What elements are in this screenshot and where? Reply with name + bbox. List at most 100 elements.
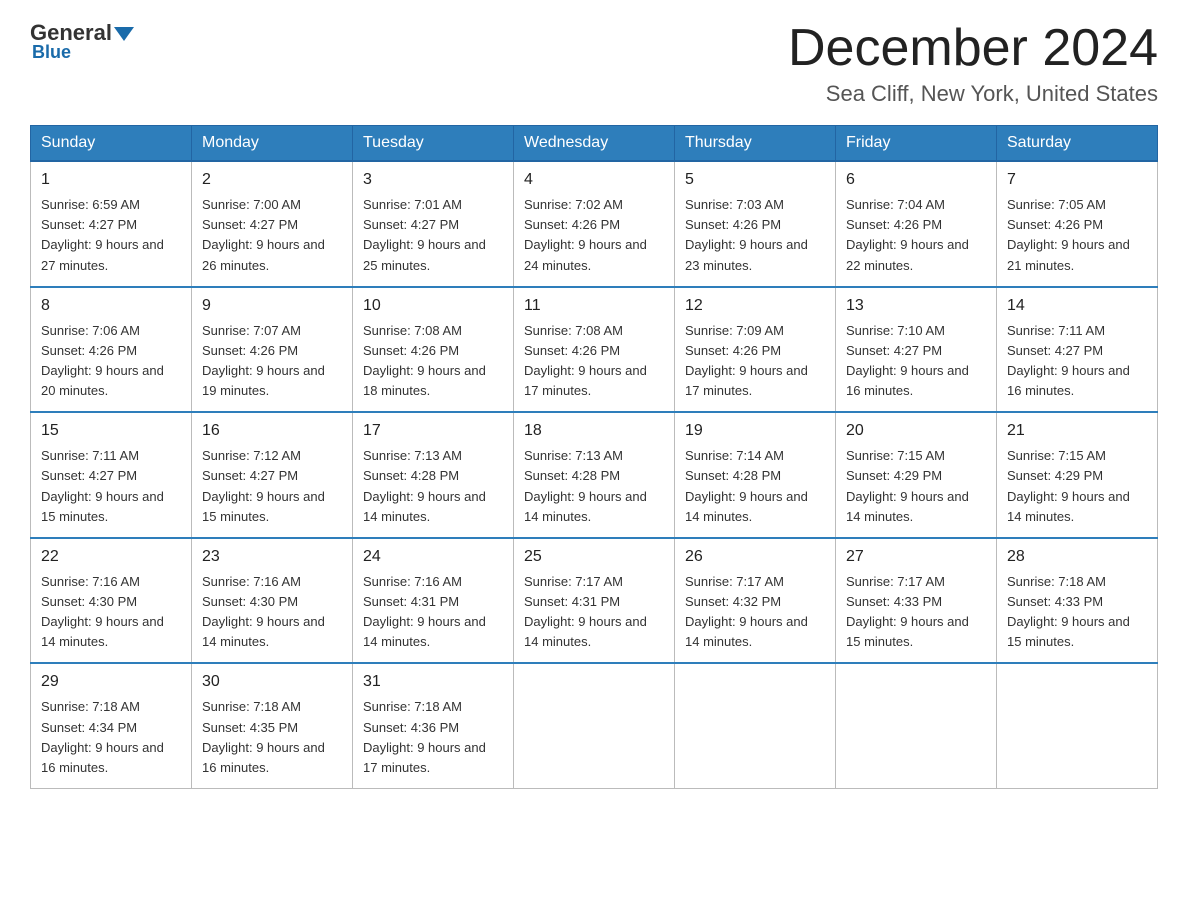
day-info: Sunrise: 7:08 AMSunset: 4:26 PMDaylight:… [524, 321, 664, 402]
calendar-cell: 28 Sunrise: 7:18 AMSunset: 4:33 PMDaylig… [997, 538, 1158, 664]
header: General Blue December 2024 Sea Cliff, Ne… [30, 20, 1158, 107]
calendar-cell: 17 Sunrise: 7:13 AMSunset: 4:28 PMDaylig… [353, 412, 514, 538]
calendar-header-row: SundayMondayTuesdayWednesdayThursdayFrid… [31, 126, 1158, 162]
calendar-cell [836, 663, 997, 788]
day-info: Sunrise: 7:14 AMSunset: 4:28 PMDaylight:… [685, 446, 825, 527]
calendar-cell: 10 Sunrise: 7:08 AMSunset: 4:26 PMDaylig… [353, 287, 514, 413]
day-number: 31 [363, 670, 503, 694]
column-header-wednesday: Wednesday [514, 126, 675, 162]
calendar-week-row: 29 Sunrise: 7:18 AMSunset: 4:34 PMDaylig… [31, 663, 1158, 788]
calendar-cell: 22 Sunrise: 7:16 AMSunset: 4:30 PMDaylig… [31, 538, 192, 664]
calendar-week-row: 22 Sunrise: 7:16 AMSunset: 4:30 PMDaylig… [31, 538, 1158, 664]
calendar-cell: 20 Sunrise: 7:15 AMSunset: 4:29 PMDaylig… [836, 412, 997, 538]
logo-blue-text: Blue [32, 42, 71, 63]
column-header-saturday: Saturday [997, 126, 1158, 162]
day-info: Sunrise: 7:11 AMSunset: 4:27 PMDaylight:… [41, 446, 181, 527]
calendar-cell: 11 Sunrise: 7:08 AMSunset: 4:26 PMDaylig… [514, 287, 675, 413]
day-number: 29 [41, 670, 181, 694]
day-number: 1 [41, 168, 181, 192]
calendar-cell: 7 Sunrise: 7:05 AMSunset: 4:26 PMDayligh… [997, 161, 1158, 287]
day-info: Sunrise: 7:08 AMSunset: 4:26 PMDaylight:… [363, 321, 503, 402]
calendar-table: SundayMondayTuesdayWednesdayThursdayFrid… [30, 125, 1158, 789]
calendar-week-row: 8 Sunrise: 7:06 AMSunset: 4:26 PMDayligh… [31, 287, 1158, 413]
day-info: Sunrise: 7:02 AMSunset: 4:26 PMDaylight:… [524, 195, 664, 276]
column-header-monday: Monday [192, 126, 353, 162]
day-number: 12 [685, 294, 825, 318]
month-title: December 2024 [788, 20, 1158, 77]
calendar-cell: 8 Sunrise: 7:06 AMSunset: 4:26 PMDayligh… [31, 287, 192, 413]
calendar-cell [514, 663, 675, 788]
day-info: Sunrise: 7:10 AMSunset: 4:27 PMDaylight:… [846, 321, 986, 402]
day-number: 11 [524, 294, 664, 318]
calendar-cell: 31 Sunrise: 7:18 AMSunset: 4:36 PMDaylig… [353, 663, 514, 788]
day-number: 5 [685, 168, 825, 192]
day-info: Sunrise: 7:04 AMSunset: 4:26 PMDaylight:… [846, 195, 986, 276]
calendar-cell: 13 Sunrise: 7:10 AMSunset: 4:27 PMDaylig… [836, 287, 997, 413]
day-info: Sunrise: 7:17 AMSunset: 4:33 PMDaylight:… [846, 572, 986, 653]
day-number: 23 [202, 545, 342, 569]
day-info: Sunrise: 7:18 AMSunset: 4:36 PMDaylight:… [363, 697, 503, 778]
day-number: 28 [1007, 545, 1147, 569]
day-info: Sunrise: 7:16 AMSunset: 4:30 PMDaylight:… [41, 572, 181, 653]
calendar-cell: 24 Sunrise: 7:16 AMSunset: 4:31 PMDaylig… [353, 538, 514, 664]
calendar-cell: 3 Sunrise: 7:01 AMSunset: 4:27 PMDayligh… [353, 161, 514, 287]
calendar-cell: 4 Sunrise: 7:02 AMSunset: 4:26 PMDayligh… [514, 161, 675, 287]
day-info: Sunrise: 7:09 AMSunset: 4:26 PMDaylight:… [685, 321, 825, 402]
day-number: 16 [202, 419, 342, 443]
calendar-week-row: 1 Sunrise: 6:59 AMSunset: 4:27 PMDayligh… [31, 161, 1158, 287]
day-info: Sunrise: 7:05 AMSunset: 4:26 PMDaylight:… [1007, 195, 1147, 276]
calendar-cell: 21 Sunrise: 7:15 AMSunset: 4:29 PMDaylig… [997, 412, 1158, 538]
calendar-week-row: 15 Sunrise: 7:11 AMSunset: 4:27 PMDaylig… [31, 412, 1158, 538]
day-info: Sunrise: 7:07 AMSunset: 4:26 PMDaylight:… [202, 321, 342, 402]
day-number: 8 [41, 294, 181, 318]
day-number: 10 [363, 294, 503, 318]
day-number: 2 [202, 168, 342, 192]
calendar-cell: 12 Sunrise: 7:09 AMSunset: 4:26 PMDaylig… [675, 287, 836, 413]
day-number: 21 [1007, 419, 1147, 443]
day-number: 7 [1007, 168, 1147, 192]
day-info: Sunrise: 7:03 AMSunset: 4:26 PMDaylight:… [685, 195, 825, 276]
day-info: Sunrise: 7:06 AMSunset: 4:26 PMDaylight:… [41, 321, 181, 402]
day-info: Sunrise: 7:13 AMSunset: 4:28 PMDaylight:… [524, 446, 664, 527]
calendar-cell: 19 Sunrise: 7:14 AMSunset: 4:28 PMDaylig… [675, 412, 836, 538]
day-number: 14 [1007, 294, 1147, 318]
day-info: Sunrise: 7:15 AMSunset: 4:29 PMDaylight:… [1007, 446, 1147, 527]
column-header-sunday: Sunday [31, 126, 192, 162]
day-number: 18 [524, 419, 664, 443]
calendar-cell: 5 Sunrise: 7:03 AMSunset: 4:26 PMDayligh… [675, 161, 836, 287]
day-info: Sunrise: 6:59 AMSunset: 4:27 PMDaylight:… [41, 195, 181, 276]
calendar-cell: 16 Sunrise: 7:12 AMSunset: 4:27 PMDaylig… [192, 412, 353, 538]
calendar-cell: 15 Sunrise: 7:11 AMSunset: 4:27 PMDaylig… [31, 412, 192, 538]
day-info: Sunrise: 7:13 AMSunset: 4:28 PMDaylight:… [363, 446, 503, 527]
day-info: Sunrise: 7:17 AMSunset: 4:31 PMDaylight:… [524, 572, 664, 653]
calendar-cell [675, 663, 836, 788]
location-title: Sea Cliff, New York, United States [788, 81, 1158, 107]
calendar-cell: 25 Sunrise: 7:17 AMSunset: 4:31 PMDaylig… [514, 538, 675, 664]
calendar-cell: 6 Sunrise: 7:04 AMSunset: 4:26 PMDayligh… [836, 161, 997, 287]
calendar-cell: 30 Sunrise: 7:18 AMSunset: 4:35 PMDaylig… [192, 663, 353, 788]
day-number: 22 [41, 545, 181, 569]
day-number: 3 [363, 168, 503, 192]
column-header-friday: Friday [836, 126, 997, 162]
day-number: 19 [685, 419, 825, 443]
day-number: 27 [846, 545, 986, 569]
calendar-cell: 14 Sunrise: 7:11 AMSunset: 4:27 PMDaylig… [997, 287, 1158, 413]
day-info: Sunrise: 7:00 AMSunset: 4:27 PMDaylight:… [202, 195, 342, 276]
column-header-thursday: Thursday [675, 126, 836, 162]
day-number: 30 [202, 670, 342, 694]
day-info: Sunrise: 7:16 AMSunset: 4:31 PMDaylight:… [363, 572, 503, 653]
day-info: Sunrise: 7:17 AMSunset: 4:32 PMDaylight:… [685, 572, 825, 653]
day-info: Sunrise: 7:18 AMSunset: 4:33 PMDaylight:… [1007, 572, 1147, 653]
title-area: December 2024 Sea Cliff, New York, Unite… [788, 20, 1158, 107]
column-header-tuesday: Tuesday [353, 126, 514, 162]
day-number: 13 [846, 294, 986, 318]
day-number: 20 [846, 419, 986, 443]
day-number: 17 [363, 419, 503, 443]
day-info: Sunrise: 7:12 AMSunset: 4:27 PMDaylight:… [202, 446, 342, 527]
day-info: Sunrise: 7:01 AMSunset: 4:27 PMDaylight:… [363, 195, 503, 276]
day-number: 25 [524, 545, 664, 569]
day-info: Sunrise: 7:11 AMSunset: 4:27 PMDaylight:… [1007, 321, 1147, 402]
day-number: 24 [363, 545, 503, 569]
day-number: 15 [41, 419, 181, 443]
day-number: 26 [685, 545, 825, 569]
